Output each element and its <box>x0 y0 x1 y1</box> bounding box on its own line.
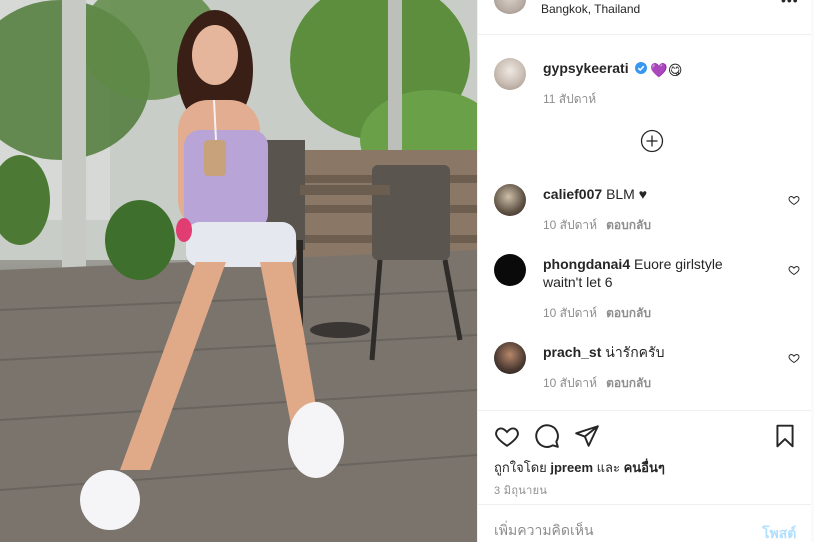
caption-text: gypsykeerati 💜😋 <box>543 59 682 79</box>
avatar[interactable] <box>494 184 526 216</box>
post-date[interactable]: 3 มิถุนายน <box>494 481 547 499</box>
avatar[interactable] <box>494 342 526 374</box>
liked-by-and: และ <box>596 460 620 475</box>
like-comment-heart-icon[interactable] <box>788 264 800 276</box>
liked-by-prefix: ถูกใจโดย <box>494 460 547 475</box>
comment-meta: 10 สัปดาห์ ตอบกลับ <box>543 374 651 393</box>
comment-text: prach_st น่ารักครับ <box>543 343 664 361</box>
comment-time[interactable]: 10 สัปดาห์ <box>543 306 597 320</box>
comments-panel: Bangkok, Thailand ••• gypsykeerati 💜😋 11… <box>477 0 812 542</box>
comment-text: calief007 BLM ♥ <box>543 185 647 203</box>
reply-button[interactable]: ตอบกลับ <box>606 376 651 390</box>
comment-time[interactable]: 10 สัปดาห์ <box>543 218 597 232</box>
header-avatar[interactable] <box>494 0 526 14</box>
like-comment-heart-icon[interactable] <box>788 352 800 364</box>
caption-time: 11 สัปดาห์ <box>543 90 596 109</box>
add-comment-bar: โพสต์ <box>478 504 812 542</box>
caption-username[interactable]: gypsykeerati <box>543 60 629 76</box>
comment-text: phongdanai4 Euore girlstyle waitn't let … <box>543 255 743 291</box>
liked-by-user-link[interactable]: jpreem <box>550 460 593 475</box>
comment-bubble-icon[interactable] <box>534 423 560 449</box>
ellipsis-icon[interactable]: ••• <box>781 0 799 8</box>
post-button[interactable]: โพสต์ <box>762 523 796 542</box>
comment-body-line2: waitn't let 6 <box>543 274 613 290</box>
load-more-comments-icon[interactable] <box>640 129 664 153</box>
avatar[interactable] <box>494 254 526 286</box>
post-header: Bangkok, Thailand ••• <box>478 0 812 35</box>
comment-meta: 10 สัปดาห์ ตอบกลับ <box>543 216 651 235</box>
save-bookmark-icon[interactable] <box>772 423 798 449</box>
verified-badge-icon <box>634 62 647 74</box>
like-heart-icon[interactable] <box>494 423 520 449</box>
comment-body: น่ารักครับ <box>605 344 665 360</box>
comment-username[interactable]: calief007 <box>543 186 602 202</box>
like-comment-heart-icon[interactable] <box>788 194 800 206</box>
comment-input[interactable] <box>494 517 744 542</box>
share-paper-plane-icon[interactable] <box>574 423 600 449</box>
comment-username[interactable]: prach_st <box>543 344 601 360</box>
emoji: 💜😋 <box>650 62 683 78</box>
reply-button[interactable]: ตอบกลับ <box>606 306 651 320</box>
comment-meta: 10 สัปดาห์ ตอบกลับ <box>543 304 651 323</box>
comment-body: Euore girlstyle <box>634 256 723 272</box>
comment-username[interactable]: phongdanai4 <box>543 256 630 272</box>
location-label[interactable]: Bangkok, Thailand <box>541 2 640 16</box>
liked-by-text: ถูกใจโดย jpreem และ คนอื่นๆ <box>494 457 665 478</box>
post-photo[interactable] <box>0 0 477 542</box>
liked-by-others-link[interactable]: คนอื่นๆ <box>624 460 665 475</box>
comment-time[interactable]: 10 สัปดาห์ <box>543 376 597 390</box>
photo-illustration <box>0 0 477 542</box>
time-label[interactable]: 11 สัปดาห์ <box>543 92 596 106</box>
instagram-post-view: Bangkok, Thailand ••• gypsykeerati 💜😋 11… <box>0 0 814 542</box>
comment-body: BLM ♥ <box>606 186 648 202</box>
avatar[interactable] <box>494 58 526 90</box>
reply-button[interactable]: ตอบกลับ <box>606 218 651 232</box>
